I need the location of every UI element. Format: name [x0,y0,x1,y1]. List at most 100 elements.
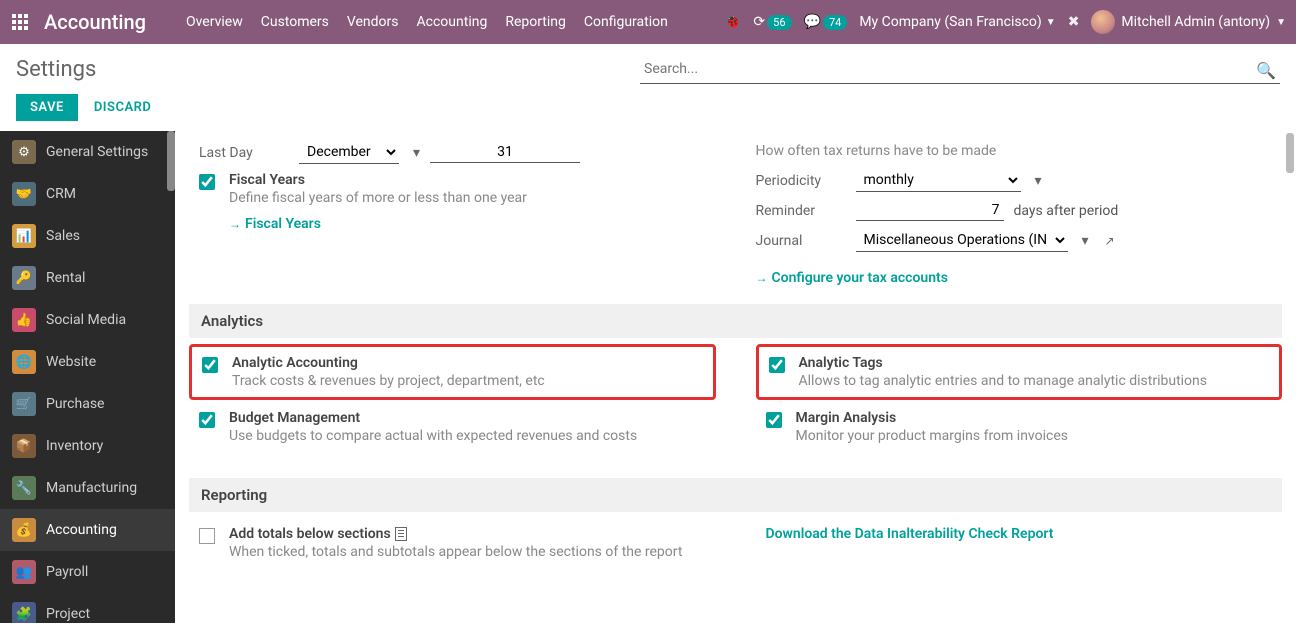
nav-overview[interactable]: Overview [186,14,243,30]
search-icon[interactable]: 🔍 [1256,61,1276,80]
tool-icon[interactable]: ✖ [1068,14,1080,30]
page-title: Settings [16,57,96,82]
fiscal-years-link[interactable]: → Fiscal Years [229,216,321,232]
arrow-icon: → [229,217,241,231]
configure-tax-link[interactable]: → Configure your tax accounts [756,270,948,286]
apps-icon[interactable] [10,12,30,32]
sidebar-item-rental[interactable]: 🔑Rental [0,257,175,299]
settings-sidebar: ⚙ General Settings 🤝 CRM 📊 Sales 🔑Rental 👍S… [0,131,175,623]
puzzle-icon: 🧩 [12,602,36,623]
fiscal-years-title: Fiscal Years [229,172,527,188]
fiscal-month-select[interactable]: December [299,141,399,164]
sidebar-item-social[interactable]: 👍Social Media [0,299,175,341]
sidebar-item-purchase[interactable]: 🛒 Purchase [0,383,175,425]
main-area: ⚙ General Settings 🤝 CRM 📊 Sales 🔑Rental 👍S… [0,131,1296,623]
subheader: Settings 🔍 [0,44,1296,94]
section-reporting: Reporting [189,478,1282,512]
arrow-icon: → [756,271,768,285]
bug-icon[interactable]: 🐞 [724,14,741,30]
sidebar-item-project[interactable]: 🧩 Project [0,593,175,623]
budget-management-checkbox[interactable] [199,412,215,428]
save-button[interactable]: SAVE [16,94,78,121]
avatar [1091,10,1115,34]
analytic-accounting-desc: Track costs & revenues by project, depar… [232,373,545,389]
budget-management-desc: Use budgets to compare actual with expec… [229,428,637,444]
periodicity-select[interactable]: monthly [856,169,1021,192]
external-link-icon[interactable]: ↗ [1105,234,1115,248]
sidebar-item-label: General Settings [46,144,148,160]
last-day-label: Last Day [199,145,289,161]
sidebar-item-crm[interactable]: 🤝 CRM [0,173,175,215]
analytic-tags-checkbox[interactable] [769,357,785,373]
company-switcher[interactable]: My Company (San Francisco)▼ [859,14,1055,30]
money-icon: 💰 [12,518,36,542]
download-inalterability-link[interactable]: Download the Data Inalterability Check R… [766,526,1273,542]
nav-configuration[interactable]: Configuration [584,14,668,30]
fiscal-years-desc: Define fiscal years of more or less than… [229,190,527,206]
company-name: My Company (San Francisco) [859,14,1041,30]
messages-badge: 74 [823,15,847,30]
fiscal-years-checkbox[interactable] [199,174,215,190]
discard-button[interactable]: DISCARD [94,100,152,115]
link-text: Fiscal Years [245,216,321,232]
sidebar-item-label: Rental [46,270,85,286]
fiscal-day-input[interactable] [430,142,580,163]
margin-analysis-title: Margin Analysis [796,410,1068,426]
nav-customers[interactable]: Customers [261,14,329,30]
nav-links: Overview Customers Vendors Accounting Re… [186,14,724,30]
sidebar-item-label: Social Media [46,312,126,328]
sidebar-item-website[interactable]: 🌐 Website [0,341,175,383]
add-totals-desc: When ticked, totals and subtotals appear… [229,544,682,560]
analytic-accounting-checkbox[interactable] [202,357,218,373]
margin-analysis-checkbox[interactable] [766,412,782,428]
sidebar-item-label: Purchase [46,396,104,412]
people-icon: 👥 [12,560,36,584]
cart-icon: 🛒 [12,392,36,416]
user-menu[interactable]: Mitchell Admin (antony) ▼ [1091,10,1286,34]
sidebar-scrollbar[interactable] [167,131,175,191]
chevron-down-icon[interactable]: ▾ [413,145,420,161]
sidebar-item-manufacturing[interactable]: 🔧Manufacturing [0,467,175,509]
gear-icon: ⚙ [12,140,36,164]
app-brand[interactable]: Accounting [44,10,146,34]
activity-indicator[interactable]: ⟳56 [753,14,791,30]
messages-indicator[interactable]: 💬74 [804,14,848,30]
search-input[interactable] [640,55,1280,84]
search-wrap: 🔍 [640,55,1280,84]
journal-label: Journal [756,233,846,249]
analytic-tags-title: Analytic Tags [799,355,1208,371]
chevron-down-icon[interactable]: ▾ [1035,173,1042,189]
nav-vendors[interactable]: Vendors [347,14,399,30]
sidebar-item-sales[interactable]: 📊 Sales [0,215,175,257]
nav-accounting[interactable]: Accounting [417,14,488,30]
link-text: Configure your tax accounts [772,270,948,286]
right-nav: 🐞 ⟳56 💬74 My Company (San Francisco)▼ ✖ … [724,10,1286,34]
add-totals-checkbox[interactable] [199,528,215,544]
globe-icon: 🌐 [12,350,36,374]
reminder-input[interactable] [856,200,1004,221]
sidebar-item-payroll[interactable]: 👥Payroll [0,551,175,593]
sidebar-item-label: Inventory [46,438,103,454]
sidebar-item-label: Project [46,606,90,622]
box-icon: 📦 [12,434,36,458]
sidebar-item-label: Sales [46,228,80,244]
sidebar-item-general[interactable]: ⚙ General Settings [0,131,175,173]
chevron-down-icon[interactable]: ▾ [1082,233,1089,249]
nav-reporting[interactable]: Reporting [505,14,566,30]
content-scrollbar[interactable] [1286,133,1294,173]
top-nav: Accounting Overview Customers Vendors Ac… [0,0,1296,44]
sidebar-item-label: Manufacturing [46,480,137,496]
activity-badge: 56 [767,15,791,30]
periodicity-label: Periodicity [756,173,846,189]
margin-analysis-desc: Monitor your product margins from invoic… [796,428,1068,444]
chart-icon: 📊 [12,224,36,248]
journal-select[interactable]: Miscellaneous Operations (IN [856,229,1068,252]
analytic-accounting-title: Analytic Accounting [232,355,545,371]
reminder-suffix: days after period [1014,203,1119,219]
handshake-icon: 🤝 [12,182,36,206]
sidebar-item-inventory[interactable]: 📦 Inventory [0,425,175,467]
sidebar-item-label: CRM [46,186,76,202]
sidebar-item-label: Website [46,354,96,370]
highlight-analytic-accounting: Analytic Accounting Track costs & revenu… [189,344,716,400]
sidebar-item-accounting[interactable]: 💰Accounting [0,509,175,551]
